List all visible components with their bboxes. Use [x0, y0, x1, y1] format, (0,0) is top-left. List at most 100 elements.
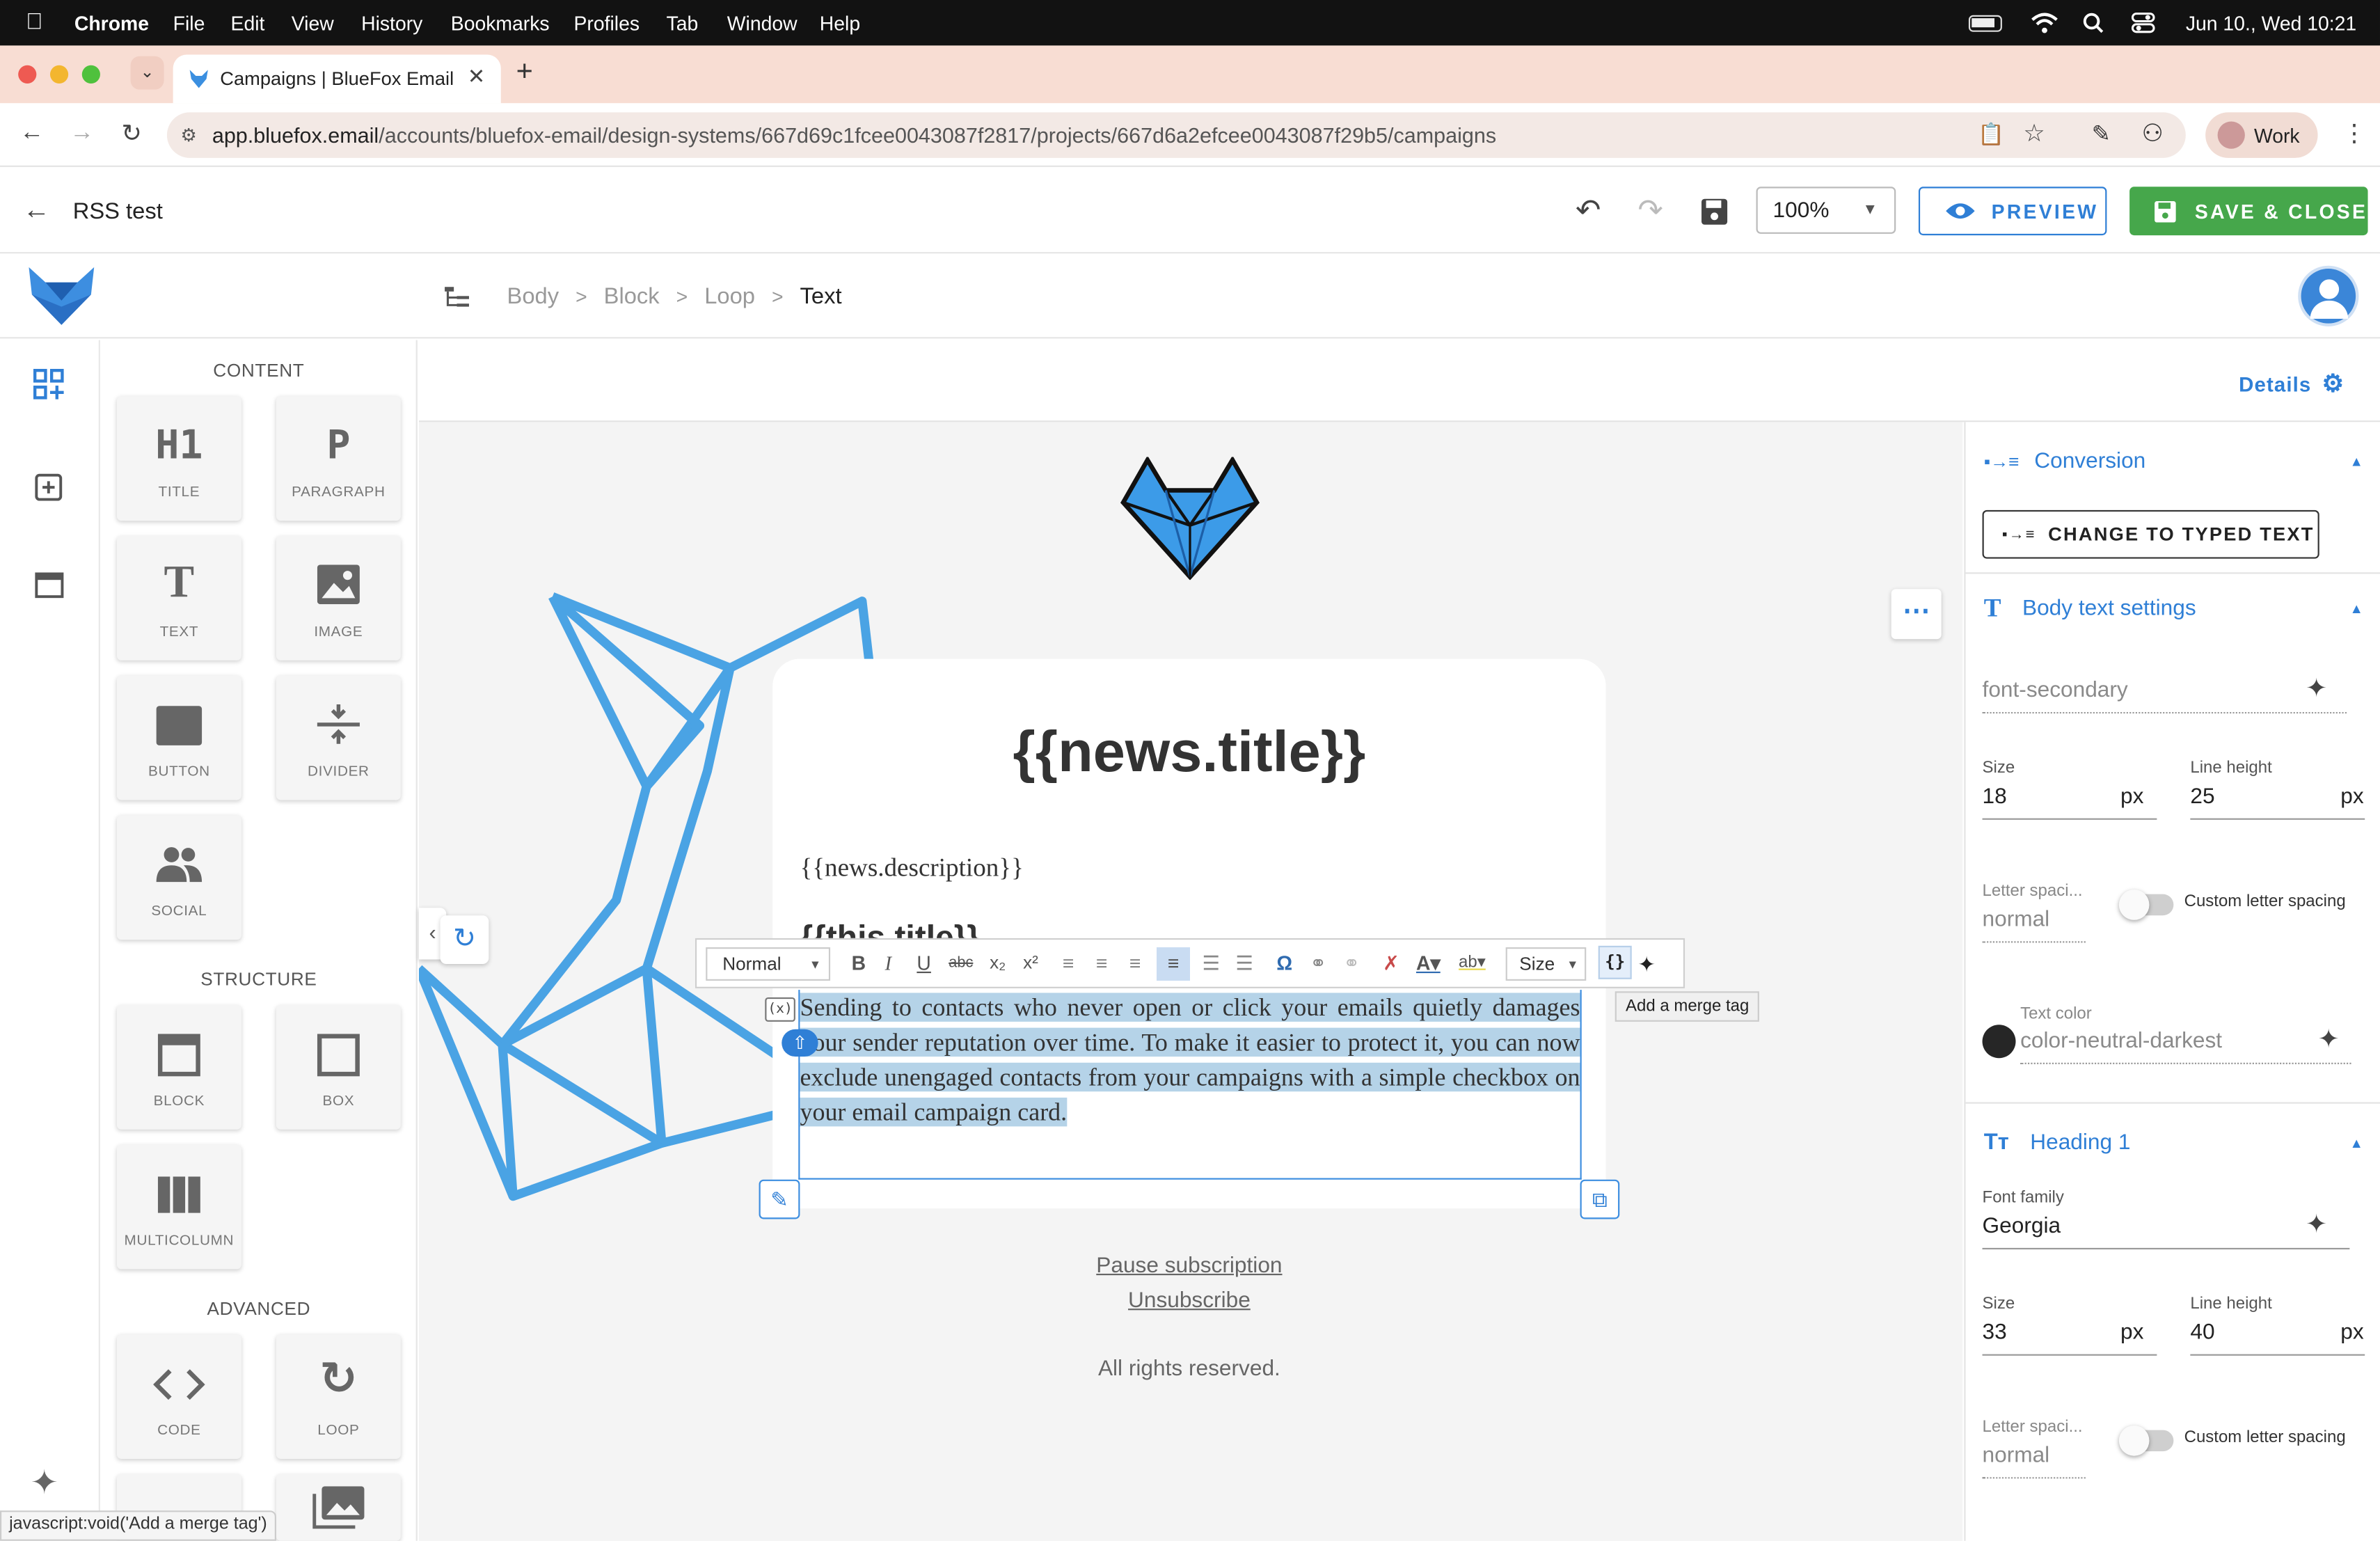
clear-formatting-icon[interactable]: ✗ — [1383, 952, 1399, 977]
clipboard-icon[interactable]: 📋 — [1978, 121, 2004, 147]
preview-button[interactable]: PREVIEW — [1918, 187, 2107, 236]
bold-icon[interactable]: B — [852, 952, 866, 975]
design-token-wand-icon[interactable]: ✦ — [1637, 952, 1656, 978]
menu-profiles[interactable]: Profiles — [573, 12, 640, 35]
unsubscribe-link[interactable]: Unsubscribe — [1128, 1289, 1251, 1313]
menu-view[interactable]: View — [292, 12, 334, 35]
block-title[interactable]: H1 TITLE — [116, 396, 241, 521]
move-handle-icon[interactable]: ⇧ — [782, 1029, 818, 1057]
remove-link-icon[interactable]: ⚭ — [1343, 952, 1360, 977]
magic-wand-icon[interactable]: ✦ — [31, 1464, 58, 1503]
add-section-icon[interactable] — [33, 471, 65, 503]
menu-edit[interactable]: Edit — [231, 12, 265, 35]
block-code[interactable]: CODE — [116, 1334, 241, 1460]
heading-size-input[interactable]: 33 px — [1982, 1319, 2157, 1356]
save-and-close-button[interactable]: SAVE & CLOSE — [2129, 187, 2368, 236]
block-multicolumn[interactable]: MULTICOLUMN — [116, 1144, 241, 1270]
email-fox-logo-image[interactable] — [1120, 457, 1260, 580]
menu-history[interactable]: History — [361, 12, 422, 35]
bookmark-star-icon[interactable]: ☆ — [2023, 118, 2045, 149]
save-disk-icon[interactable] — [1700, 198, 1729, 226]
italic-icon[interactable]: I — [885, 952, 891, 977]
block-more-options-icon[interactable]: ⋯ — [1891, 589, 1942, 640]
menu-help[interactable]: Help — [820, 12, 860, 35]
heading-line-height-input[interactable]: 40 px — [2190, 1319, 2365, 1356]
template-window-icon[interactable] — [33, 571, 65, 599]
align-justify-icon[interactable]: ≡ — [1157, 947, 1190, 981]
block-gallery[interactable] — [276, 1473, 401, 1541]
battery-icon[interactable] — [1968, 15, 2002, 32]
body-letter-spacing-input[interactable]: normal — [1982, 906, 2086, 943]
block-divider[interactable]: DIVIDER — [276, 675, 401, 800]
undo-icon[interactable]: ↶ — [1576, 191, 1601, 230]
block-button[interactable]: BUTTON — [116, 675, 241, 800]
body-text-section-header[interactable]: T Body text settings ▲ — [1984, 594, 2363, 624]
news-description-text[interactable]: {{news.description}} — [800, 853, 1023, 884]
align-right-icon[interactable]: ≡ — [1129, 952, 1141, 975]
align-center-icon[interactable]: ≡ — [1096, 952, 1108, 975]
window-zoom-button[interactable] — [81, 65, 100, 84]
superscript-icon[interactable]: x² — [1023, 952, 1038, 974]
window-close-button[interactable] — [18, 65, 37, 84]
heading-1-section-header[interactable]: Tт Heading 1 ▲ — [1984, 1130, 2363, 1155]
browser-tab-active[interactable]: Campaigns | BlueFox Email ✕ — [173, 54, 501, 104]
this-title-heading[interactable]: {{this.title}} — [800, 917, 980, 938]
change-to-typed-text-button[interactable]: ▪→≡ CHANGE TO TYPED TEXT — [1982, 509, 2319, 559]
extensions-puzzle-icon[interactable]: ⚇ — [2142, 118, 2164, 149]
window-minimize-button[interactable] — [49, 65, 69, 84]
duplicate-copy-icon[interactable]: ⧉ — [1580, 1179, 1620, 1219]
underline-icon[interactable]: U — [917, 952, 930, 975]
block-social[interactable]: SOCIAL — [116, 815, 241, 940]
new-tab-plus-icon[interactable]: + — [516, 56, 533, 90]
strikethrough-icon[interactable]: abc — [949, 955, 973, 972]
zoom-select[interactable]: 100% ▼ — [1756, 187, 1896, 234]
font-size-select[interactable]: Size ▼ — [1505, 947, 1587, 981]
highlight-color-icon[interactable]: ab▾ — [1459, 952, 1486, 972]
bulleted-list-icon[interactable]: ☰ — [1235, 952, 1253, 977]
text-color-icon[interactable]: A▾ — [1416, 952, 1441, 977]
text-color-field[interactable]: color-neutral-darkest ✦ — [2020, 1025, 2351, 1064]
block-block[interactable]: BLOCK — [116, 1004, 241, 1130]
menubar-datetime[interactable]: Jun 10., Wed 10:21 — [2186, 12, 2356, 35]
user-avatar[interactable] — [2298, 265, 2359, 326]
menu-file[interactable]: File — [173, 12, 205, 35]
add-blocks-icon[interactable] — [33, 369, 65, 401]
body-custom-spacing-toggle[interactable] — [2118, 890, 2174, 920]
text-color-swatch[interactable] — [1982, 1025, 2016, 1059]
numbered-list-icon[interactable]: ☰ — [1202, 952, 1219, 977]
insert-link-icon[interactable]: ⚭ — [1310, 952, 1326, 977]
spotlight-search-icon[interactable] — [2082, 12, 2104, 33]
token-wand-icon[interactable]: ✦ — [2306, 674, 2327, 704]
heading-letter-spacing-input[interactable]: normal — [1982, 1442, 2086, 1479]
selected-text-block[interactable]: Sending to contacts who never open or cl… — [800, 990, 1580, 1130]
tab-search-chevron-icon[interactable]: ⌄ — [130, 56, 164, 90]
control-center-icon[interactable] — [2131, 12, 2155, 33]
apple-icon[interactable]:  — [26, 9, 43, 35]
eyedropper-extension-icon[interactable]: ✎ — [2092, 120, 2111, 147]
address-bar[interactable]: ⚙ app.bluefox.email/accounts/bluefox-ema… — [166, 112, 2186, 158]
reload-icon[interactable]: ↻ — [121, 118, 141, 149]
merge-tag-braces-icon[interactable]: {} — [1598, 945, 1632, 979]
site-info-icon[interactable]: ⚙ — [181, 125, 197, 146]
breadcrumb-block[interactable]: Block — [604, 284, 660, 310]
news-title-heading[interactable]: {{news.title}} — [772, 721, 1605, 787]
token-wand-icon[interactable]: ✦ — [2318, 1025, 2340, 1055]
redo-icon[interactable]: ↷ — [1637, 191, 1663, 230]
block-paragraph[interactable]: P PARAGRAPH — [276, 396, 401, 521]
wifi-icon[interactable] — [2031, 12, 2058, 33]
body-size-input[interactable]: 18 px — [1982, 783, 2157, 820]
block-loop[interactable]: ↻ LOOP — [276, 1334, 401, 1460]
pause-subscription-link[interactable]: Pause subscription — [1096, 1254, 1282, 1279]
block-box[interactable]: BOX — [276, 1004, 401, 1130]
profile-chip[interactable]: Work — [2205, 112, 2318, 158]
special-character-omega-icon[interactable]: Ω — [1276, 952, 1292, 975]
format-select[interactable]: Normal ▼ — [706, 947, 831, 981]
heading-custom-spacing-toggle[interactable] — [2118, 1425, 2174, 1456]
token-wand-icon[interactable]: ✦ — [2306, 1210, 2327, 1240]
edit-pencil-icon[interactable]: ✎ — [759, 1179, 800, 1219]
breadcrumb-loop[interactable]: Loop — [704, 284, 755, 310]
menu-app-name[interactable]: Chrome — [74, 12, 149, 35]
menu-window[interactable]: Window — [727, 12, 798, 35]
selected-text-content[interactable]: Sending to contacts who never open or cl… — [800, 993, 1580, 1127]
chrome-menu-kebab-icon[interactable]: ⋮ — [2342, 118, 2366, 149]
